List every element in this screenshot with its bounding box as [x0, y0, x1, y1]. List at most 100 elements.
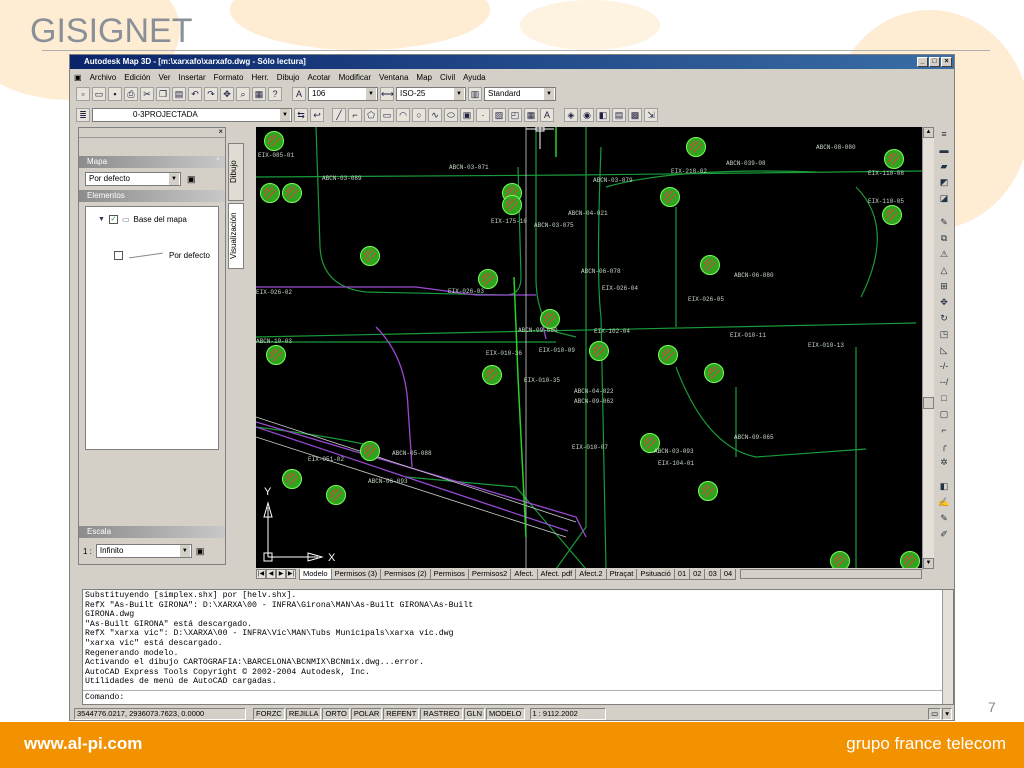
menu-item[interactable]: Edición [124, 73, 150, 82]
menu-item[interactable]: Ayuda [463, 73, 486, 82]
open-icon[interactable]: ▭ [92, 87, 106, 101]
layout-tab[interactable]: Permisos (3) [330, 568, 382, 580]
status-toggle[interactable]: MODELO [485, 707, 525, 720]
manhole-symbol[interactable] [266, 345, 286, 365]
map-label[interactable]: EIX-010-07 [572, 444, 608, 451]
palette-grip[interactable]: × [79, 127, 225, 138]
menu-item[interactable]: Formato [214, 73, 244, 82]
manhole-symbol[interactable] [658, 345, 678, 365]
command-window[interactable]: Substituyendo [simplex.shx] por [helv.sh… [82, 589, 954, 705]
spline-icon[interactable]: ∿ [428, 108, 442, 122]
map-label[interactable]: ABCN-04-021 [568, 210, 608, 217]
map-label[interactable]: ABCN-03-075 [534, 222, 574, 229]
maximize-button[interactable]: □ [929, 57, 940, 67]
map-label[interactable]: ABCN-04-022 [574, 388, 614, 395]
map-label[interactable]: ABCN-10-03 [256, 338, 292, 345]
layer-states-icon[interactable]: ≡ [937, 127, 951, 141]
extend-icon[interactable]: --/ [937, 375, 951, 389]
insert-block-icon[interactable]: ▣ [460, 108, 474, 122]
help-icon[interactable]: ? [268, 87, 282, 101]
table-style-icon[interactable]: ▥ [468, 87, 482, 101]
manhole-symbol[interactable] [478, 269, 498, 289]
erase-icon[interactable]: ✎ [937, 215, 951, 229]
stretch-icon[interactable]: ◺ [937, 343, 951, 357]
layout-tab[interactable]: 03 [704, 568, 721, 580]
draworder-icon[interactable]: ◧ [937, 479, 951, 493]
tray-settings-icon[interactable]: ▾ [942, 707, 952, 720]
scroll-up-arrow[interactable]: ▲ [923, 127, 934, 138]
brush-icon[interactable]: ✐ [937, 527, 951, 541]
layout-tab[interactable]: Permisos [429, 568, 469, 580]
map-label[interactable]: EIX-010-11 [730, 332, 766, 339]
dim-style-select[interactable]: ISO-25 [396, 87, 466, 101]
layer-walk-icon[interactable]: ▰ [937, 159, 951, 173]
map-label[interactable]: ABCN-08-080 [816, 144, 856, 151]
next-tab-icon[interactable]: ▶ [276, 569, 286, 579]
footer-website[interactable]: www.al-pi.com [24, 734, 142, 754]
map-label[interactable]: ABCN-09-062 [574, 398, 614, 405]
coordinates-readout[interactable]: 3544776.0217, 2936073.7623, 0.0000 [74, 707, 246, 720]
menu-item[interactable]: Ver [159, 73, 171, 82]
map-tool-icon[interactable]: ◈ [564, 108, 578, 122]
collapse-icon[interactable]: ⌃ [215, 156, 221, 168]
palette-close-icon[interactable]: × [218, 127, 223, 136]
fillet-icon[interactable]: ╭ [937, 439, 951, 453]
save-icon[interactable]: ▪ [108, 87, 122, 101]
manhole-symbol[interactable] [264, 131, 284, 151]
status-toggle[interactable]: POLAR [350, 707, 383, 720]
layout-tab[interactable]: 04 [719, 568, 737, 580]
map-label[interactable]: ABCN-03-079 [593, 177, 633, 184]
map-label[interactable]: EIX-026-04 [602, 285, 638, 292]
offset-icon[interactable]: △ [937, 263, 951, 277]
rotate-icon[interactable]: ↻ [937, 311, 951, 325]
map-label[interactable]: ABCN-06-078 [581, 268, 621, 275]
command-scrollbar[interactable] [942, 590, 953, 704]
manhole-symbol[interactable] [660, 187, 680, 207]
document-icon[interactable]: ▣ [74, 73, 82, 82]
menu-item[interactable]: Dibujo [277, 73, 300, 82]
window-titlebar[interactable]: Autodesk Map 3D - [m:\xarxafo\xarxafo.dw… [70, 55, 954, 69]
redo-icon[interactable]: ↷ [204, 87, 218, 101]
status-toggle[interactable]: RASTREO [420, 707, 463, 720]
elements-section-header[interactable]: Elementos [79, 190, 225, 202]
scroll-thumb[interactable] [923, 397, 934, 409]
layout-tab[interactable]: Afect. [510, 568, 538, 580]
status-toggle[interactable]: FORZC [253, 707, 285, 720]
annotation-scale[interactable]: 1 : 9112.2002 [529, 707, 606, 720]
break-icon[interactable]: □ [937, 391, 951, 405]
map-label[interactable]: EIX-010-35 [524, 377, 560, 384]
manhole-symbol[interactable] [502, 195, 522, 215]
scroll-down-arrow[interactable]: ▼ [923, 558, 934, 569]
make-current-icon[interactable]: ⇆ [294, 108, 308, 122]
map-label[interactable]: EIX-026-02 [256, 289, 292, 296]
layout-tab[interactable]: 02 [689, 568, 706, 580]
layer-isolate-icon[interactable]: ◪ [937, 191, 951, 205]
manhole-symbol[interactable] [700, 255, 720, 275]
first-tab-icon[interactable]: |◀ [256, 569, 266, 579]
manhole-symbol[interactable] [686, 137, 706, 157]
manhole-symbol[interactable] [360, 441, 380, 461]
manhole-symbol[interactable] [282, 183, 302, 203]
status-toggle[interactable]: ORTO [322, 707, 350, 720]
rectangle-icon[interactable]: ▭ [380, 108, 394, 122]
layer-manager-icon[interactable]: ≣ [76, 108, 90, 122]
manhole-symbol[interactable] [482, 365, 502, 385]
manhole-symbol[interactable] [900, 551, 920, 570]
manhole-symbol[interactable] [589, 341, 609, 361]
menu-item[interactable]: Herr. [251, 73, 268, 82]
tab-visualizacion[interactable]: Visualización [228, 203, 244, 269]
minimize-button[interactable]: _ [917, 57, 928, 67]
chamfer-icon[interactable]: ⌐ [937, 423, 951, 437]
drawing-canvas[interactable]: EIX-085-01 ABCN-03-071 ABCN-03-089 ABCN-03-… [256, 127, 922, 569]
array-icon[interactable]: ⊞ [937, 279, 951, 293]
scale-select[interactable]: Infinito [95, 544, 192, 558]
menu-item[interactable]: Map [416, 73, 432, 82]
map-label[interactable]: EIX-010-13 [808, 342, 844, 349]
layout-tab[interactable]: Modelo [299, 568, 332, 580]
manhole-symbol[interactable] [698, 481, 718, 501]
map-grid-icon[interactable]: ▩ [628, 108, 642, 122]
edit-icon[interactable]: ✍ [937, 495, 951, 509]
map-label[interactable]: ABCN-039-08 [726, 160, 766, 167]
layer-icon[interactable]: ▬ [937, 143, 951, 157]
text-style-icon[interactable]: A [292, 87, 306, 101]
